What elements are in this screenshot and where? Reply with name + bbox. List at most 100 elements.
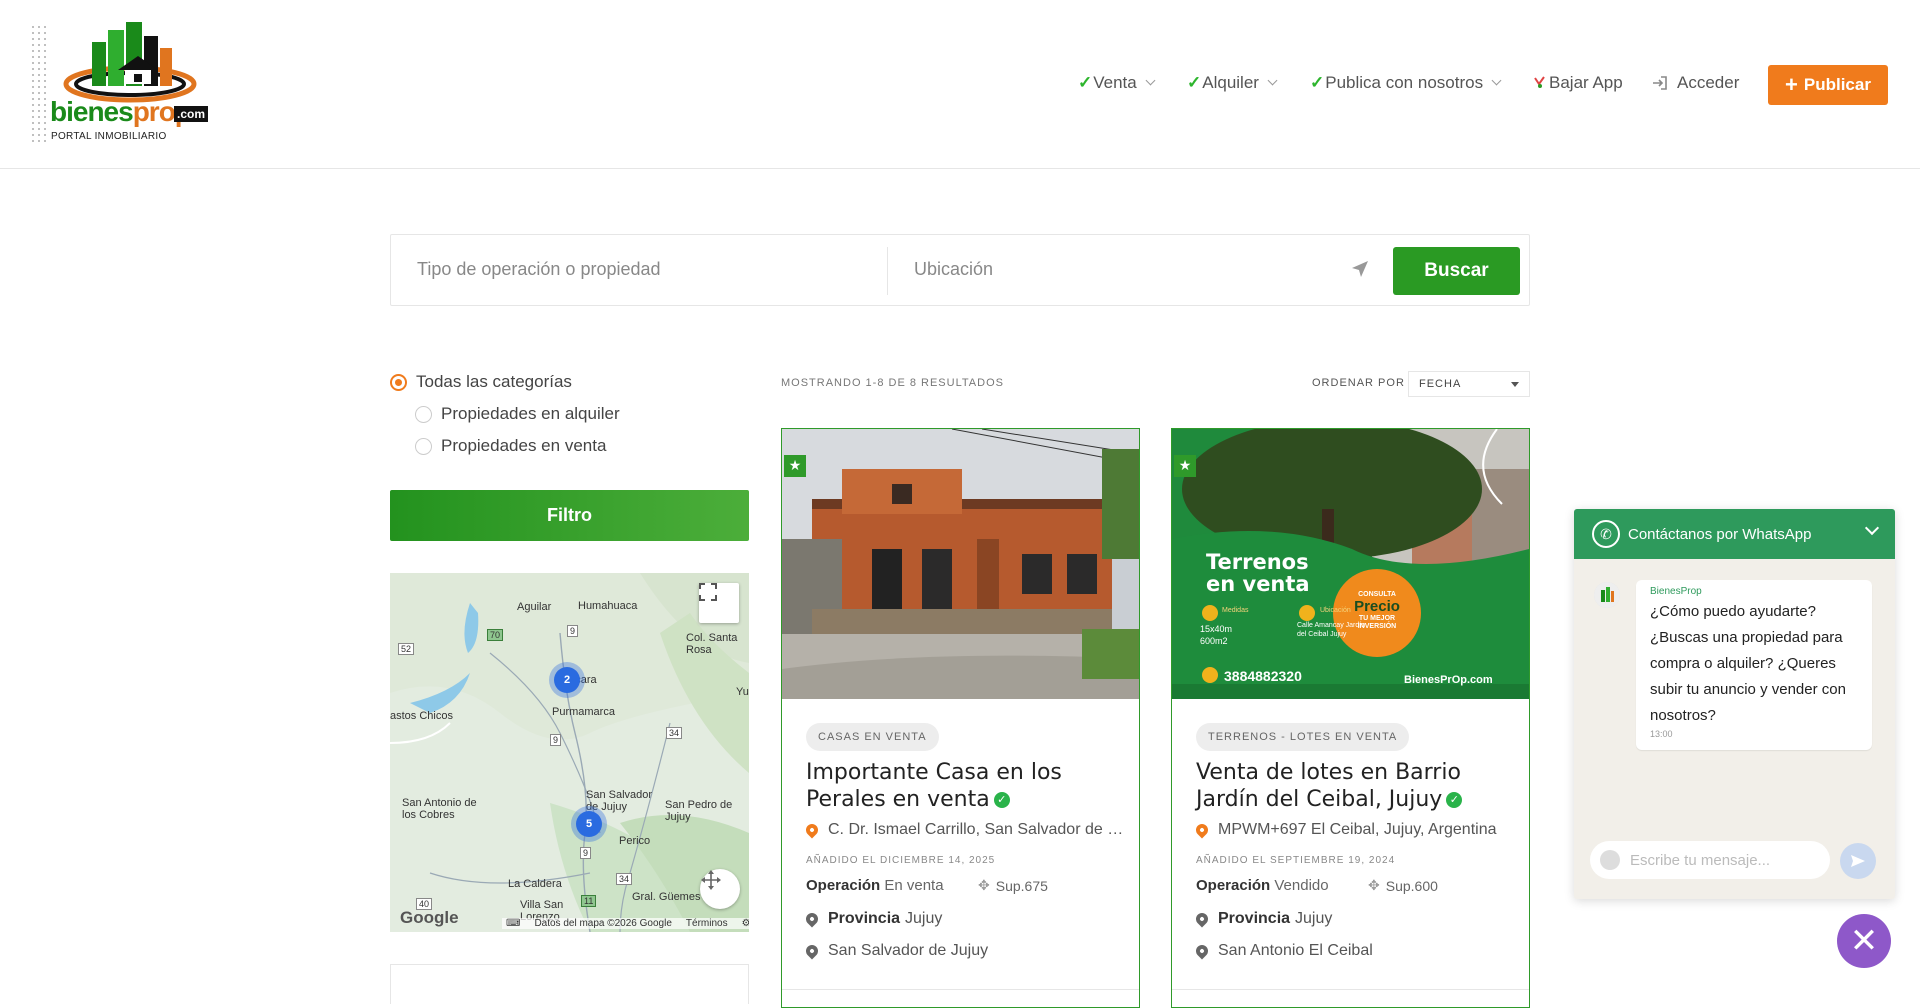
sort-label: ORDENAR POR [1312,377,1405,389]
map-label: Aguilar [517,601,552,613]
verified-check-icon: ✓ [993,792,1010,808]
road-shield: 52 [398,643,415,655]
chat-message-input[interactable]: Escribe tu mensaje... [1590,841,1830,879]
sort-select[interactable]: FECHA [1408,371,1530,397]
province-label: Provincia [828,910,901,927]
card-divider [1172,989,1529,990]
search-bar: Tipo de operación o propiedad Ubicación … [390,234,1530,306]
category-sale[interactable]: Propiedades en venta [415,436,606,456]
listing-photo[interactable]: Terrenos en venta Medidas 15x40m 600m2 U… [1172,429,1529,699]
listing-card[interactable]: Terrenos en venta Medidas 15x40m 600m2 U… [1171,428,1530,1008]
promo-precio: Precio [1354,598,1400,615]
verified-check-icon: ✓ [1446,792,1463,808]
report-icon[interactable]: ⚙ [742,918,749,929]
map-attribution: ⌨ Datos del mapa ©2026 Google Términos ⚙ [502,918,749,929]
plus-icon: + [1785,72,1798,97]
listing-title[interactable]: Importante Casa en los Perales en venta ✓ [806,759,1126,813]
featured-star-icon: ★ [1174,455,1196,477]
listing-surface-text: Sup.600 [1385,877,1438,894]
publish-button[interactable]: + Publicar [1768,65,1888,105]
listing-address-text: C. Dr. Ismael Carrillo, San Salvador de … [828,821,1126,838]
listing-card[interactable]: ★ CASAS EN VENTA Importante Casa en los … [781,428,1140,1008]
promo-headline: Terrenos en venta [1206,551,1310,595]
chevron-down-icon [1267,75,1278,86]
send-button[interactable] [1840,843,1876,879]
keyboard-icon[interactable]: ⌨ [506,918,520,929]
map-cluster-marker[interactable]: 2 [554,667,580,693]
map-pin-icon [806,821,821,839]
nav-acceder-label: Acceder [1677,73,1740,92]
radio-selected-icon[interactable] [390,373,407,391]
nav-alquiler-label: Alquiler [1202,73,1259,92]
chevron-down-icon [1145,75,1156,86]
category-rent[interactable]: Propiedades en alquiler [415,404,620,424]
property-map[interactable]: Aguilar Humahuaca Col. Santa Rosa Tilcar… [390,573,749,932]
listing-surface: ✥ Sup.600 [1368,877,1438,894]
logo-domain-suffix: .com [174,106,209,122]
close-icon: ✕ [1849,921,1879,961]
operation-label: Operación [1196,877,1271,894]
nav-alquiler[interactable]: ✓ Alquiler [1187,73,1278,93]
nav-venta[interactable]: ✓ Venta [1078,73,1156,93]
map-cluster-marker[interactable]: 5 [576,811,602,837]
listing-category-tag[interactable]: TERRENOS - LOTES EN VENTA [1196,723,1410,751]
operation-search-input[interactable]: Tipo de operación o propiedad [417,259,661,280]
listing-title[interactable]: Venta de lotes en Barrio Jardín del Ceib… [1196,759,1516,813]
site-logo[interactable]: bienesprop .com PORTAL INMOBILIARIO [30,18,215,148]
category-sale-label: Propiedades en venta [441,436,607,455]
listing-category-tag[interactable]: CASAS EN VENTA [806,723,939,751]
google-logo: Google [400,908,459,927]
listing-operation: Operación Vendido [1196,877,1329,894]
locate-arrow-icon[interactable] [1350,259,1370,279]
map-fullscreen-button[interactable] [699,583,739,623]
listing-address: C. Dr. Ismael Carrillo, San Salvador de … [806,821,1126,839]
nav-venta-label: Venta [1093,73,1137,92]
map-pin-icon [803,910,821,928]
operation-label: Operación [806,877,881,894]
area-arrows-icon: ✥ [1368,877,1380,893]
radio-icon[interactable] [415,405,432,423]
chevron-down-icon[interactable] [1864,520,1880,536]
avatar-logo-icon [1594,582,1620,608]
map-label: Perico [619,835,651,847]
promo-measures: 15x40m 600m2 [1200,624,1233,646]
search-divider [887,247,888,295]
filter-button[interactable]: Filtro [390,490,749,541]
category-rent-label: Propiedades en alquiler [441,404,620,423]
emoji-icon[interactable] [1600,850,1620,870]
results-summary: MOSTRANDO 1-8 DE 8 RESULTADOS [781,377,1004,389]
listing-operation: Operación En venta [806,877,944,894]
map-label: San Pedro de Jujuy [665,799,733,823]
publish-button-label: Publicar [1803,75,1871,94]
city-value: San Salvador de Jujuy [828,942,989,959]
logo-tagline: PORTAL INMOBILIARIO [51,131,167,142]
whatsapp-header-title: Contáctanos por WhatsApp [1628,525,1812,543]
nav-publica[interactable]: ✓ Publica con nosotros [1310,73,1502,93]
listing-surface-text: Sup.675 [995,877,1048,894]
chat-input-placeholder: Escribe tu mensaje... [1630,851,1771,869]
listing-city: San Antonio El Ceibal [1193,942,1373,960]
search-button[interactable]: Buscar [1393,247,1520,295]
map-label: Purmamarca [552,706,615,718]
chat-close-button[interactable]: ✕ [1837,914,1891,968]
radio-icon[interactable] [415,437,432,455]
listing-address: MPWM+697 El Ceibal, Jujuy, Argentina [1196,821,1516,839]
chat-message-bubble: BienesProp ¿Cómo puedo ayudarte? ¿Buscas… [1636,580,1872,750]
nav-bajar-app[interactable]: Bajar App [1533,73,1623,93]
location-search-input[interactable]: Ubicación [914,259,993,280]
map-attribution-text: Datos del mapa ©2026 Google [534,918,672,929]
promo-headline-line2: en venta [1206,572,1310,596]
listing-city: San Salvador de Jujuy [803,942,989,960]
category-all[interactable]: Todas las categorías [390,372,572,392]
whatsapp-header[interactable]: ✆ Contáctanos por WhatsApp [1574,509,1895,559]
listing-photo[interactable] [782,429,1139,699]
map-pan-control[interactable] [700,869,740,909]
avatar [1594,582,1620,608]
map-pin-icon [803,942,821,960]
check-icon: ✓ [1187,73,1202,92]
map-terms-link[interactable]: Términos [686,918,728,929]
map-pin-icon [1196,821,1211,839]
whatsapp-chat-widget: ✆ Contáctanos por WhatsApp BienesProp ¿C… [1574,509,1895,899]
nav-acceder[interactable]: Acceder [1652,73,1739,93]
house-photo [782,429,1139,699]
